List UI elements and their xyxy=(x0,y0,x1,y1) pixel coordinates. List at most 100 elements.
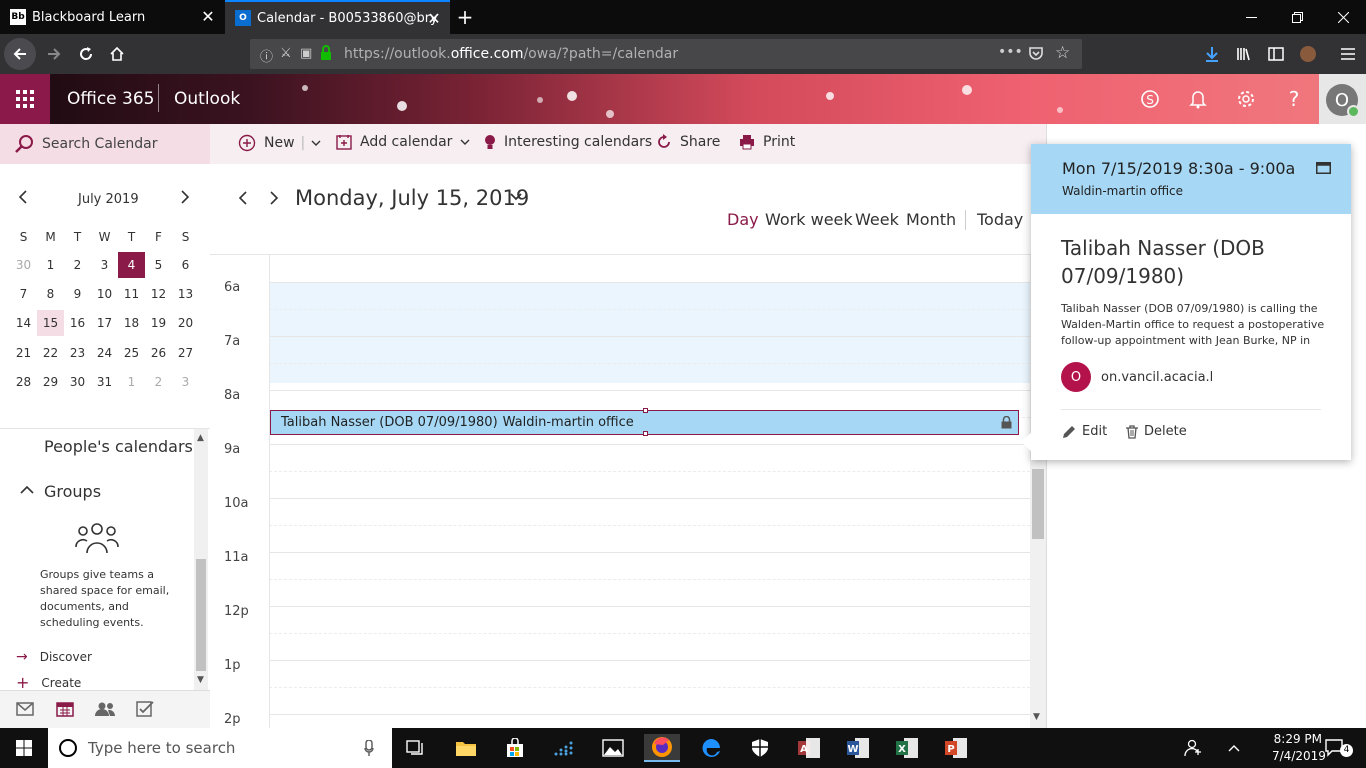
interesting-calendars-button[interactable]: Interesting calendars xyxy=(484,134,652,150)
new-button[interactable]: New | xyxy=(238,134,321,152)
mini-calendar-day[interactable]: 29 xyxy=(37,369,64,395)
add-calendar-button[interactable]: Add calendar xyxy=(336,134,470,150)
mini-calendar-day[interactable]: 12 xyxy=(145,281,172,307)
search-calendar-input[interactable]: Search Calendar xyxy=(0,124,210,164)
mini-calendar-day[interactable]: 16 xyxy=(64,310,91,336)
mini-calendar-day[interactable]: 30 xyxy=(10,252,37,278)
tab-calendar[interactable]: O Calendar - B00533860@bryants ✕ xyxy=(225,0,450,34)
url-bar[interactable]: ⓘ ⚔ ▣ https://outlook.office.com/owa/?pa… xyxy=(250,39,1082,69)
hour-row[interactable]: 10a xyxy=(210,496,1030,552)
next-day-icon[interactable] xyxy=(269,191,279,205)
hour-row[interactable]: 7a xyxy=(210,334,1030,390)
mini-calendar-day[interactable]: 15 xyxy=(37,310,64,337)
mini-calendar-day[interactable]: 8 xyxy=(37,281,64,307)
people-tray-icon[interactable] xyxy=(1176,734,1212,762)
delete-button[interactable]: Delete xyxy=(1126,424,1187,439)
discover-link[interactable]: → Discover xyxy=(16,649,92,665)
bookmark-star-icon[interactable]: ☆ xyxy=(1055,43,1070,63)
taskbar-clock[interactable]: 8:29 PM 7/4/2019 xyxy=(1272,731,1326,765)
grid-scrollbar-thumb[interactable] xyxy=(1032,469,1044,539)
mini-calendar-day[interactable]: 17 xyxy=(91,310,118,336)
mini-calendar-month[interactable]: July 2019 xyxy=(78,192,139,207)
close-tab-icon[interactable]: ✕ xyxy=(200,9,216,25)
mini-calendar-day[interactable]: 2 xyxy=(145,369,172,395)
excel-icon[interactable]: X xyxy=(889,734,925,762)
date-picker-chevron-icon[interactable] xyxy=(510,193,522,201)
mini-calendar-day[interactable]: 11 xyxy=(118,281,145,307)
skype-icon[interactable]: S xyxy=(1137,86,1163,112)
resize-handle-bottom[interactable] xyxy=(643,431,648,436)
chevron-down-icon[interactable] xyxy=(460,138,470,146)
left-scrollbar-thumb[interactable] xyxy=(196,559,206,671)
menu-icon[interactable] xyxy=(1332,38,1364,70)
today-button[interactable]: Today xyxy=(977,210,1023,229)
mini-calendar-day[interactable]: 3 xyxy=(91,252,118,278)
view-work-week[interactable]: Work week xyxy=(765,210,853,229)
mini-calendar-day[interactable]: 18 xyxy=(118,310,145,336)
mini-calendar-day[interactable]: 26 xyxy=(145,340,172,366)
prev-month-icon[interactable] xyxy=(18,190,28,204)
prev-day-icon[interactable] xyxy=(238,191,248,205)
close-window-icon[interactable] xyxy=(1320,0,1366,34)
photos-icon[interactable] xyxy=(595,734,631,762)
mini-calendar-day[interactable]: 10 xyxy=(91,281,118,307)
new-tab-icon[interactable]: + xyxy=(454,6,476,28)
restore-icon[interactable] xyxy=(1274,0,1320,34)
tracking-icon[interactable]: ⚔ xyxy=(280,46,292,61)
close-tab-icon[interactable]: ✕ xyxy=(426,11,442,27)
mini-calendar-day[interactable]: 28 xyxy=(10,369,37,395)
mini-calendar-day[interactable]: 22 xyxy=(37,340,64,366)
mini-calendar-day[interactable]: 2 xyxy=(64,252,91,278)
hour-row[interactable]: 9a xyxy=(210,442,1030,498)
scroll-down-icon[interactable]: ▼ xyxy=(1033,712,1040,722)
download-icon[interactable] xyxy=(1196,38,1228,70)
mini-calendar-day[interactable]: 23 xyxy=(64,340,91,366)
resize-handle-top[interactable] xyxy=(643,408,648,413)
task-view-icon[interactable] xyxy=(398,734,434,762)
minimize-icon[interactable] xyxy=(1228,0,1274,34)
permissions-icon[interactable]: ▣ xyxy=(300,46,312,61)
organizer-avatar[interactable]: O xyxy=(1061,362,1091,392)
print-button[interactable]: Print xyxy=(739,134,795,150)
mini-calendar-day[interactable]: 27 xyxy=(172,340,199,366)
mini-calendar-day[interactable]: 9 xyxy=(64,281,91,307)
office365-brand[interactable]: Office 365 xyxy=(67,89,154,109)
mini-calendar-day[interactable]: 25 xyxy=(118,340,145,366)
day-grid[interactable]: 6a 7a 8a 9a 10a 11a 12p 1p 2p xyxy=(210,254,1030,728)
back-icon[interactable] xyxy=(4,38,36,70)
calendar-icon[interactable] xyxy=(56,701,74,717)
open-in-window-icon[interactable] xyxy=(1316,162,1331,174)
windows-start-icon[interactable] xyxy=(6,734,42,762)
mini-calendar-day[interactable]: 13 xyxy=(172,281,199,307)
tab-blackboard[interactable]: Bb Blackboard Learn ✕ xyxy=(0,0,224,34)
info-icon[interactable]: ⓘ xyxy=(260,46,273,65)
edge-icon[interactable] xyxy=(693,734,729,762)
mini-calendar-day[interactable]: 5 xyxy=(145,252,172,278)
help-icon[interactable]: ? xyxy=(1281,86,1307,112)
chevron-down-icon[interactable] xyxy=(311,139,321,147)
bell-icon[interactable] xyxy=(1185,86,1211,112)
store-icon[interactable] xyxy=(497,734,533,762)
hour-row[interactable]: 11a xyxy=(210,550,1030,606)
view-month[interactable]: Month xyxy=(906,210,956,229)
mini-calendar-day[interactable]: 31 xyxy=(91,369,118,395)
page-actions-icon[interactable]: ••• xyxy=(998,44,1023,60)
mini-calendar-day[interactable]: 19 xyxy=(145,310,172,336)
account-avatar-icon[interactable] xyxy=(1292,38,1324,70)
chevron-up-icon[interactable] xyxy=(20,485,34,495)
mini-calendar-day[interactable]: 24 xyxy=(91,340,118,366)
groups-heading[interactable]: Groups xyxy=(44,482,101,501)
mini-calendar-day[interactable]: 1 xyxy=(37,252,64,278)
gear-icon[interactable] xyxy=(1233,86,1259,112)
sidebar-icon[interactable] xyxy=(1260,38,1292,70)
pocket-icon[interactable] xyxy=(1028,45,1044,61)
home-icon[interactable] xyxy=(101,38,133,70)
tray-chevron-up-icon[interactable] xyxy=(1216,734,1252,762)
dotted-app-icon[interactable] xyxy=(546,734,582,762)
word-icon[interactable]: W xyxy=(840,734,876,762)
powerpoint-icon[interactable]: P xyxy=(938,734,974,762)
mini-calendar-day[interactable]: 21 xyxy=(10,340,37,366)
microphone-icon[interactable] xyxy=(364,740,374,756)
hour-row[interactable]: 2p xyxy=(210,712,1030,728)
taskbar-search-input[interactable]: Type here to search xyxy=(48,728,392,768)
